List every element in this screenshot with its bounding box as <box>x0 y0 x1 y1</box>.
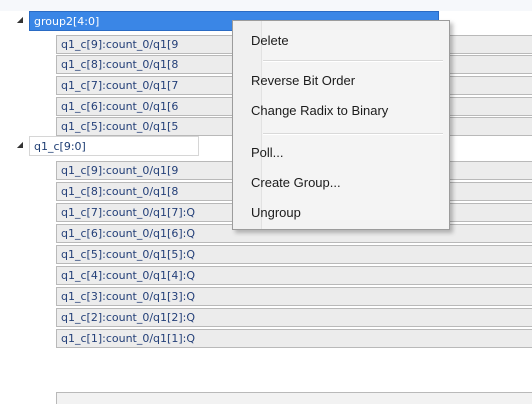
expand-triangle-icon[interactable]: ◢ <box>15 140 25 150</box>
menu-separator <box>263 60 443 62</box>
menu-item-change-radix-binary[interactable]: Change Radix to Binary <box>251 101 388 121</box>
menu-item-ungroup[interactable]: Ungroup <box>251 203 301 223</box>
signal-row[interactable]: q1_c[5]:count_0/q1[5]:Q <box>56 245 532 264</box>
menu-gutter <box>233 21 262 229</box>
menu-item-reverse-bit-order[interactable]: Reverse Bit Order <box>251 71 355 91</box>
signal-row[interactable]: q1_c[4]:count_0/q1[4]:Q <box>56 266 532 285</box>
tree-top-strip <box>0 0 532 11</box>
signal-row[interactable]: q1_c[3]:count_0/q1[3]:Q <box>56 287 532 306</box>
signal-row[interactable]: q1_c[1]:count_0/q1[1]:Q <box>56 329 532 348</box>
menu-item-poll[interactable]: Poll... <box>251 143 284 163</box>
group-row-q1c[interactable]: q1_c[9:0] <box>29 136 199 156</box>
menu-separator <box>263 133 443 135</box>
signal-row[interactable]: q1_c[2]:count_0/q1[2]:Q <box>56 308 532 327</box>
context-menu: Delete Reverse Bit Order Change Radix to… <box>232 20 450 230</box>
menu-item-create-group[interactable]: Create Group... <box>251 173 341 193</box>
expand-triangle-icon[interactable]: ◢ <box>15 15 25 25</box>
signal-row-partial <box>56 392 532 404</box>
menu-item-delete[interactable]: Delete <box>251 31 289 51</box>
